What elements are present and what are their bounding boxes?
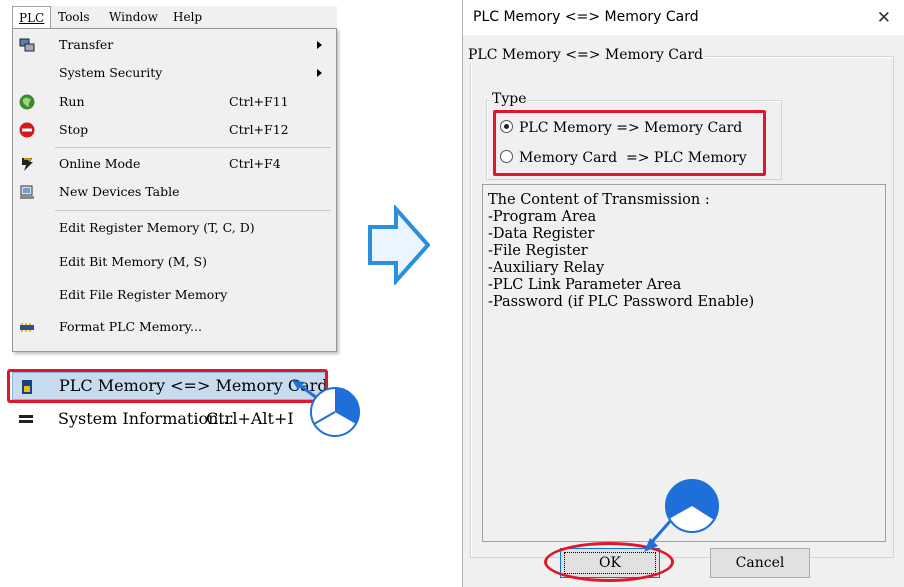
stop-icon — [19, 122, 35, 138]
menu-item-run[interactable]: Run Ctrl+F11 — [13, 89, 336, 115]
online-mode-icon — [22, 158, 33, 171]
shortcut-label: Ctrl+F11 — [229, 94, 289, 109]
format-memory-icon — [20, 323, 34, 332]
run-icon — [19, 94, 35, 110]
menu-item-label: Edit File Register Memory — [59, 287, 228, 302]
menu-item-stop[interactable]: Stop Ctrl+F12 — [13, 117, 336, 143]
shortcut-label: Ctrl+F4 — [229, 156, 281, 171]
menu-item-system-security[interactable]: System Security — [13, 60, 336, 86]
menu-separator — [55, 210, 331, 211]
menu-item-label: System Security — [59, 65, 163, 80]
menu-item-label: Format PLC Memory... — [59, 319, 202, 334]
menu-item-label: Edit Register Memory (T, C, D) — [59, 220, 255, 235]
system-info-icon — [19, 415, 33, 423]
content-line: -PLC Link Parameter Area — [488, 277, 682, 293]
transfer-icon — [19, 38, 35, 52]
menu-separator — [55, 147, 331, 148]
menu-item-label: Edit Bit Memory (M, S) — [59, 254, 207, 269]
right-arrow-icon — [368, 205, 430, 285]
plc-dropdown-menu: Transfer System Security Run Ctrl+F11 St… — [12, 28, 337, 352]
menu-bar: PLC Tools Window Help — [12, 6, 337, 29]
menu-item-system-information[interactable]: System Information... Ctrl+Alt+I — [12, 406, 312, 432]
menu-item-edit-file-register-memory[interactable]: Edit File Register Memory — [13, 282, 336, 308]
content-line: -Program Area — [488, 209, 597, 225]
menu-item-online-mode[interactable]: Online Mode Ctrl+F4 — [13, 151, 336, 177]
menu-plc[interactable]: PLC — [12, 6, 52, 29]
menu-help[interactable]: Help — [167, 6, 208, 28]
menu-item-format-plc-memory[interactable]: Format PLC Memory... — [13, 314, 336, 340]
highlight-box — [7, 369, 328, 403]
type-label: Type — [490, 90, 529, 108]
menu-item-label: Run — [59, 94, 85, 109]
dialog-titlebar: PLC Memory <=> Memory Card ✕ — [463, 0, 904, 35]
menu-tools[interactable]: Tools — [52, 6, 96, 28]
shortcut-label: Ctrl+Alt+I — [206, 409, 294, 428]
cancel-button-label: Cancel — [735, 555, 785, 571]
pointer-callout-icon — [644, 479, 719, 552]
pointer-callout-icon — [292, 380, 360, 437]
content-line: -Password (if PLC Password Enable) — [488, 294, 755, 310]
dialog-title: PLC Memory <=> Memory Card — [473, 9, 699, 25]
groupbox-label: PLC Memory <=> Memory Card — [466, 46, 705, 64]
cancel-button[interactable]: Cancel — [710, 548, 810, 578]
menu-item-label: Stop — [59, 122, 89, 137]
close-icon[interactable]: ✕ — [877, 8, 891, 28]
highlight-box — [493, 110, 766, 176]
content-line: -File Register — [488, 243, 588, 259]
menu-item-transfer[interactable]: Transfer — [13, 32, 336, 58]
content-line: The Content of Transmission : — [488, 192, 710, 208]
menu-item-edit-register-memory[interactable]: Edit Register Memory (T, C, D) — [13, 215, 336, 241]
content-line: -Auxiliary Relay — [488, 260, 605, 276]
menu-window[interactable]: Window — [103, 6, 164, 28]
content-line: -Data Register — [488, 226, 595, 242]
devices-table-icon — [20, 185, 34, 199]
shortcut-label: Ctrl+F12 — [229, 122, 289, 137]
menu-item-label: New Devices Table — [59, 184, 180, 199]
menu-item-edit-bit-memory[interactable]: Edit Bit Memory (M, S) — [13, 249, 336, 275]
submenu-arrow-icon — [317, 41, 322, 49]
submenu-arrow-icon — [317, 69, 322, 77]
menu-item-label: Online Mode — [59, 156, 141, 171]
menu-item-new-devices-table[interactable]: New Devices Table — [13, 179, 336, 205]
menu-item-label: Transfer — [59, 37, 114, 52]
